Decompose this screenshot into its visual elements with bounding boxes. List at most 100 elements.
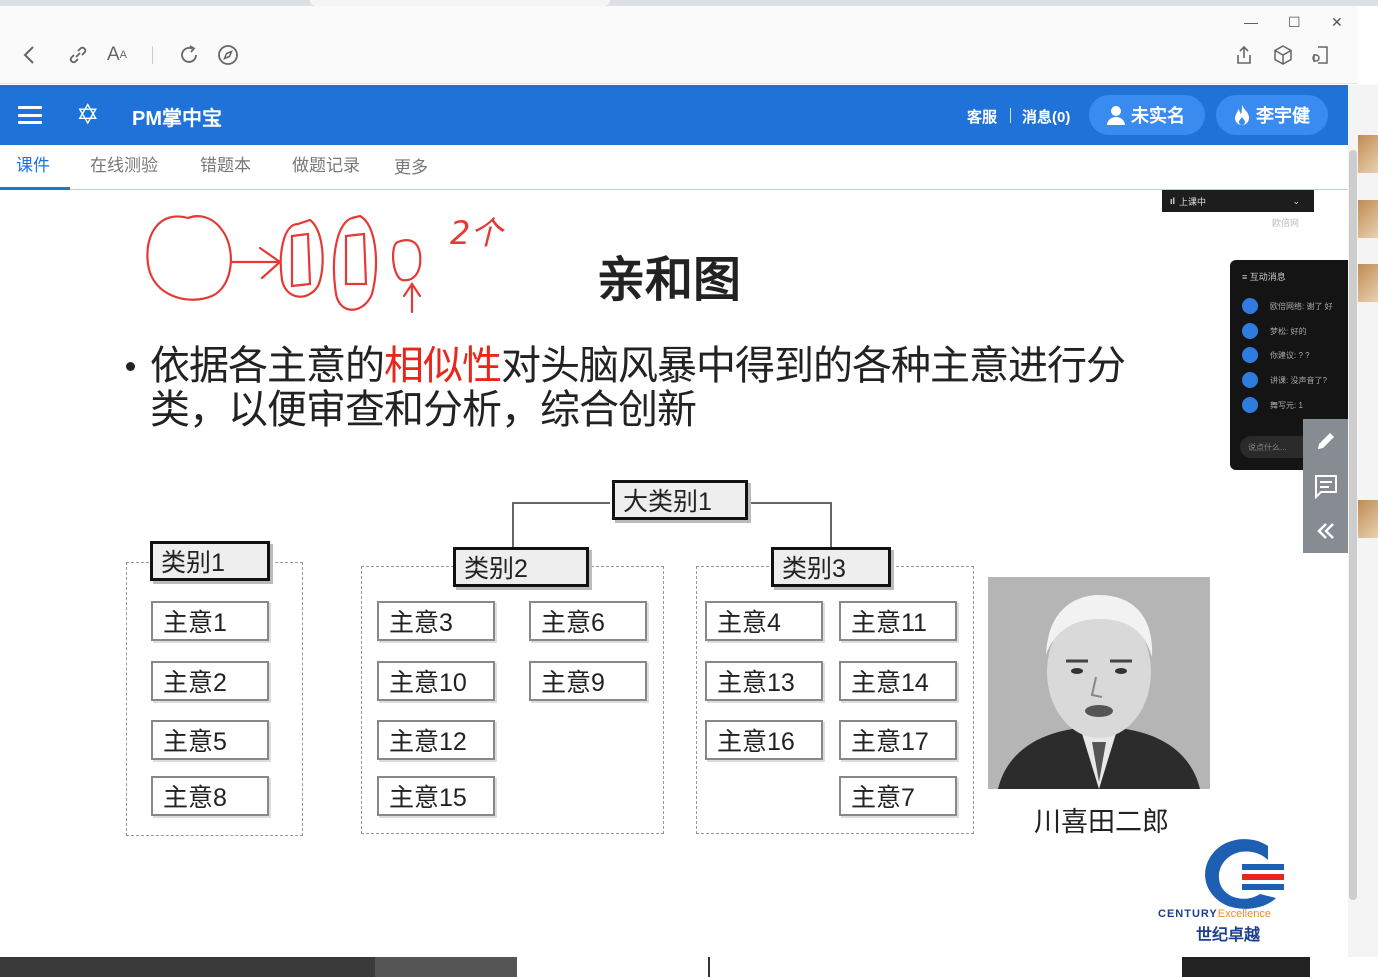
tab-practice-records[interactable]: 做题记录 <box>292 151 360 176</box>
fire-icon <box>1235 105 1249 125</box>
idea-box: 主意6 <box>529 601 647 641</box>
messages-link[interactable]: 消息(0) <box>1022 106 1070 127</box>
side-thumbnail <box>1358 500 1378 538</box>
chat-message-text: 你建议: ? ? <box>1270 350 1310 360</box>
chat-message: 梦松: 好的 <box>1242 323 1306 339</box>
refresh-icon[interactable] <box>176 42 202 68</box>
category-box-2: 类别2 <box>453 547 589 587</box>
chat-message: 欧倍网络: 谢了 好 <box>1242 298 1333 314</box>
avatar <box>1242 397 1258 413</box>
pencil-icon[interactable] <box>1303 419 1348 463</box>
side-thumbnail <box>1358 135 1378 173</box>
hamburger-icon[interactable] <box>18 106 42 124</box>
scrollbar[interactable] <box>1349 150 1357 900</box>
idea-box: 主意16 <box>705 720 823 760</box>
chat-message-text: 舞写元: 1 <box>1270 400 1303 410</box>
side-thumbnail <box>1358 200 1378 238</box>
connector-line <box>512 502 514 548</box>
idea-box: 主意5 <box>151 720 269 760</box>
maximize-button[interactable]: ☐ <box>1288 14 1301 31</box>
idea-box: 主意1 <box>151 601 269 641</box>
idea-box: 主意15 <box>377 776 495 816</box>
avatar <box>1242 323 1258 339</box>
avatar <box>1242 298 1258 314</box>
idea-box: 主意8 <box>151 776 269 816</box>
extension-icon[interactable] <box>1308 42 1334 68</box>
service-link[interactable]: 客服 <box>967 106 997 127</box>
idea-box: 主意10 <box>377 661 495 701</box>
portrait-photo <box>988 577 1210 789</box>
share-icon[interactable] <box>1231 42 1257 68</box>
chat-message: 讲课: 没声音了? <box>1242 372 1327 388</box>
avatar <box>1242 347 1258 363</box>
taskbar-segment <box>375 957 517 977</box>
back-icon[interactable] <box>16 42 42 68</box>
realname-label: 未实名 <box>1131 106 1185 126</box>
app-brand: PM掌中宝 <box>132 108 222 130</box>
slide-viewer: 2个 亲和图 依据各主意的相似性对头脑风暴中得到的各种主意进行分类，以便审查和分… <box>0 190 1348 957</box>
compass-icon[interactable] <box>215 42 241 68</box>
chat-message: 舞写元: 1 <box>1242 397 1303 413</box>
header-divider <box>1010 108 1011 123</box>
browser-toolbar: — ☐ ✕ AA <box>0 6 1358 84</box>
realname-button[interactable]: 未实名 <box>1089 95 1205 135</box>
side-toolbar <box>1303 419 1348 553</box>
chat-icon[interactable] <box>1303 464 1348 508</box>
cube-icon[interactable] <box>1270 42 1296 68</box>
tab-more[interactable]: 更多 <box>394 153 428 178</box>
chat-message-text: 梦松: 好的 <box>1270 326 1307 336</box>
signal-icon: ıl <box>1170 196 1176 206</box>
idea-box: 主意2 <box>151 661 269 701</box>
user-button[interactable]: 李宇健 <box>1216 95 1328 135</box>
tab-wrong-answers[interactable]: 错题本 <box>200 151 251 176</box>
idea-box: 主意7 <box>839 776 957 816</box>
logo-chinese: 世纪卓越 <box>1196 927 1261 944</box>
star-logo-icon: ✡ <box>76 99 100 130</box>
double-chevron-left-icon[interactable] <box>1303 509 1348 553</box>
chat-title: ≡ 互动消息 <box>1242 272 1286 282</box>
bullet-text-start: 依据各主意的 <box>150 343 385 389</box>
category-box-1: 类别1 <box>150 541 270 581</box>
user-icon <box>1107 106 1125 125</box>
chat-message-text: 讲课: 没声音了? <box>1270 375 1327 385</box>
tab-courseware[interactable]: 课件 <box>16 151 50 176</box>
connector-line <box>830 502 832 548</box>
close-button[interactable]: ✕ <box>1331 14 1343 31</box>
user-label: 李宇健 <box>1256 106 1310 126</box>
minimize-button[interactable]: — <box>1244 14 1258 30</box>
idea-box: 主意13 <box>705 661 823 701</box>
toolbar-divider <box>152 46 153 64</box>
idea-box: 主意11 <box>839 601 957 641</box>
idea-box: 主意17 <box>839 720 957 760</box>
chat-title-text: 互动消息 <box>1249 272 1286 282</box>
bullet-highlight: 相似性 <box>384 343 502 389</box>
chat-message-text: 欧倍网络: 谢了 好 <box>1270 301 1333 311</box>
idea-box: 主意12 <box>377 720 495 760</box>
top-category-box: 大类别1 <box>612 480 748 520</box>
category-box-3: 类别3 <box>771 547 891 587</box>
app-header: ✡ PM掌中宝 客服 消息(0) 未实名 李宇健 <box>0 85 1348 145</box>
side-thumbnail <box>1358 264 1378 302</box>
portrait-caption: 川喜田二郎 <box>1034 807 1169 838</box>
tab-online-quiz[interactable]: 在线测验 <box>90 151 158 176</box>
avatar <box>1242 372 1258 388</box>
chat-message: 你建议: ? ? <box>1242 347 1310 363</box>
live-status-bar[interactable]: ıl 上课中 ⌄ <box>1162 190 1314 212</box>
taskbar-segment <box>1182 957 1310 977</box>
chevron-down-icon[interactable]: ⌄ <box>1292 196 1300 207</box>
annotation-text: 2个 <box>450 214 503 252</box>
taskbar-segment <box>0 957 375 977</box>
connector-line <box>748 502 830 504</box>
link-icon[interactable] <box>65 42 91 68</box>
idea-box: 主意9 <box>529 661 647 701</box>
idea-box: 主意3 <box>377 601 495 641</box>
screen: { "app": { "brand": "PM掌中宝", "service_la… <box>0 0 1378 977</box>
connector-line <box>512 502 610 504</box>
idea-box: 主意4 <box>705 601 823 641</box>
live-watermark: 欧倍网 <box>1272 218 1300 228</box>
logo-english-main: CENTURY <box>1158 908 1218 920</box>
idea-box: 主意14 <box>839 661 957 701</box>
logo-english: CENTURYExcellence <box>1158 908 1271 920</box>
read-aloud-icon[interactable]: AA <box>104 42 130 68</box>
bullet-marker <box>126 362 135 371</box>
